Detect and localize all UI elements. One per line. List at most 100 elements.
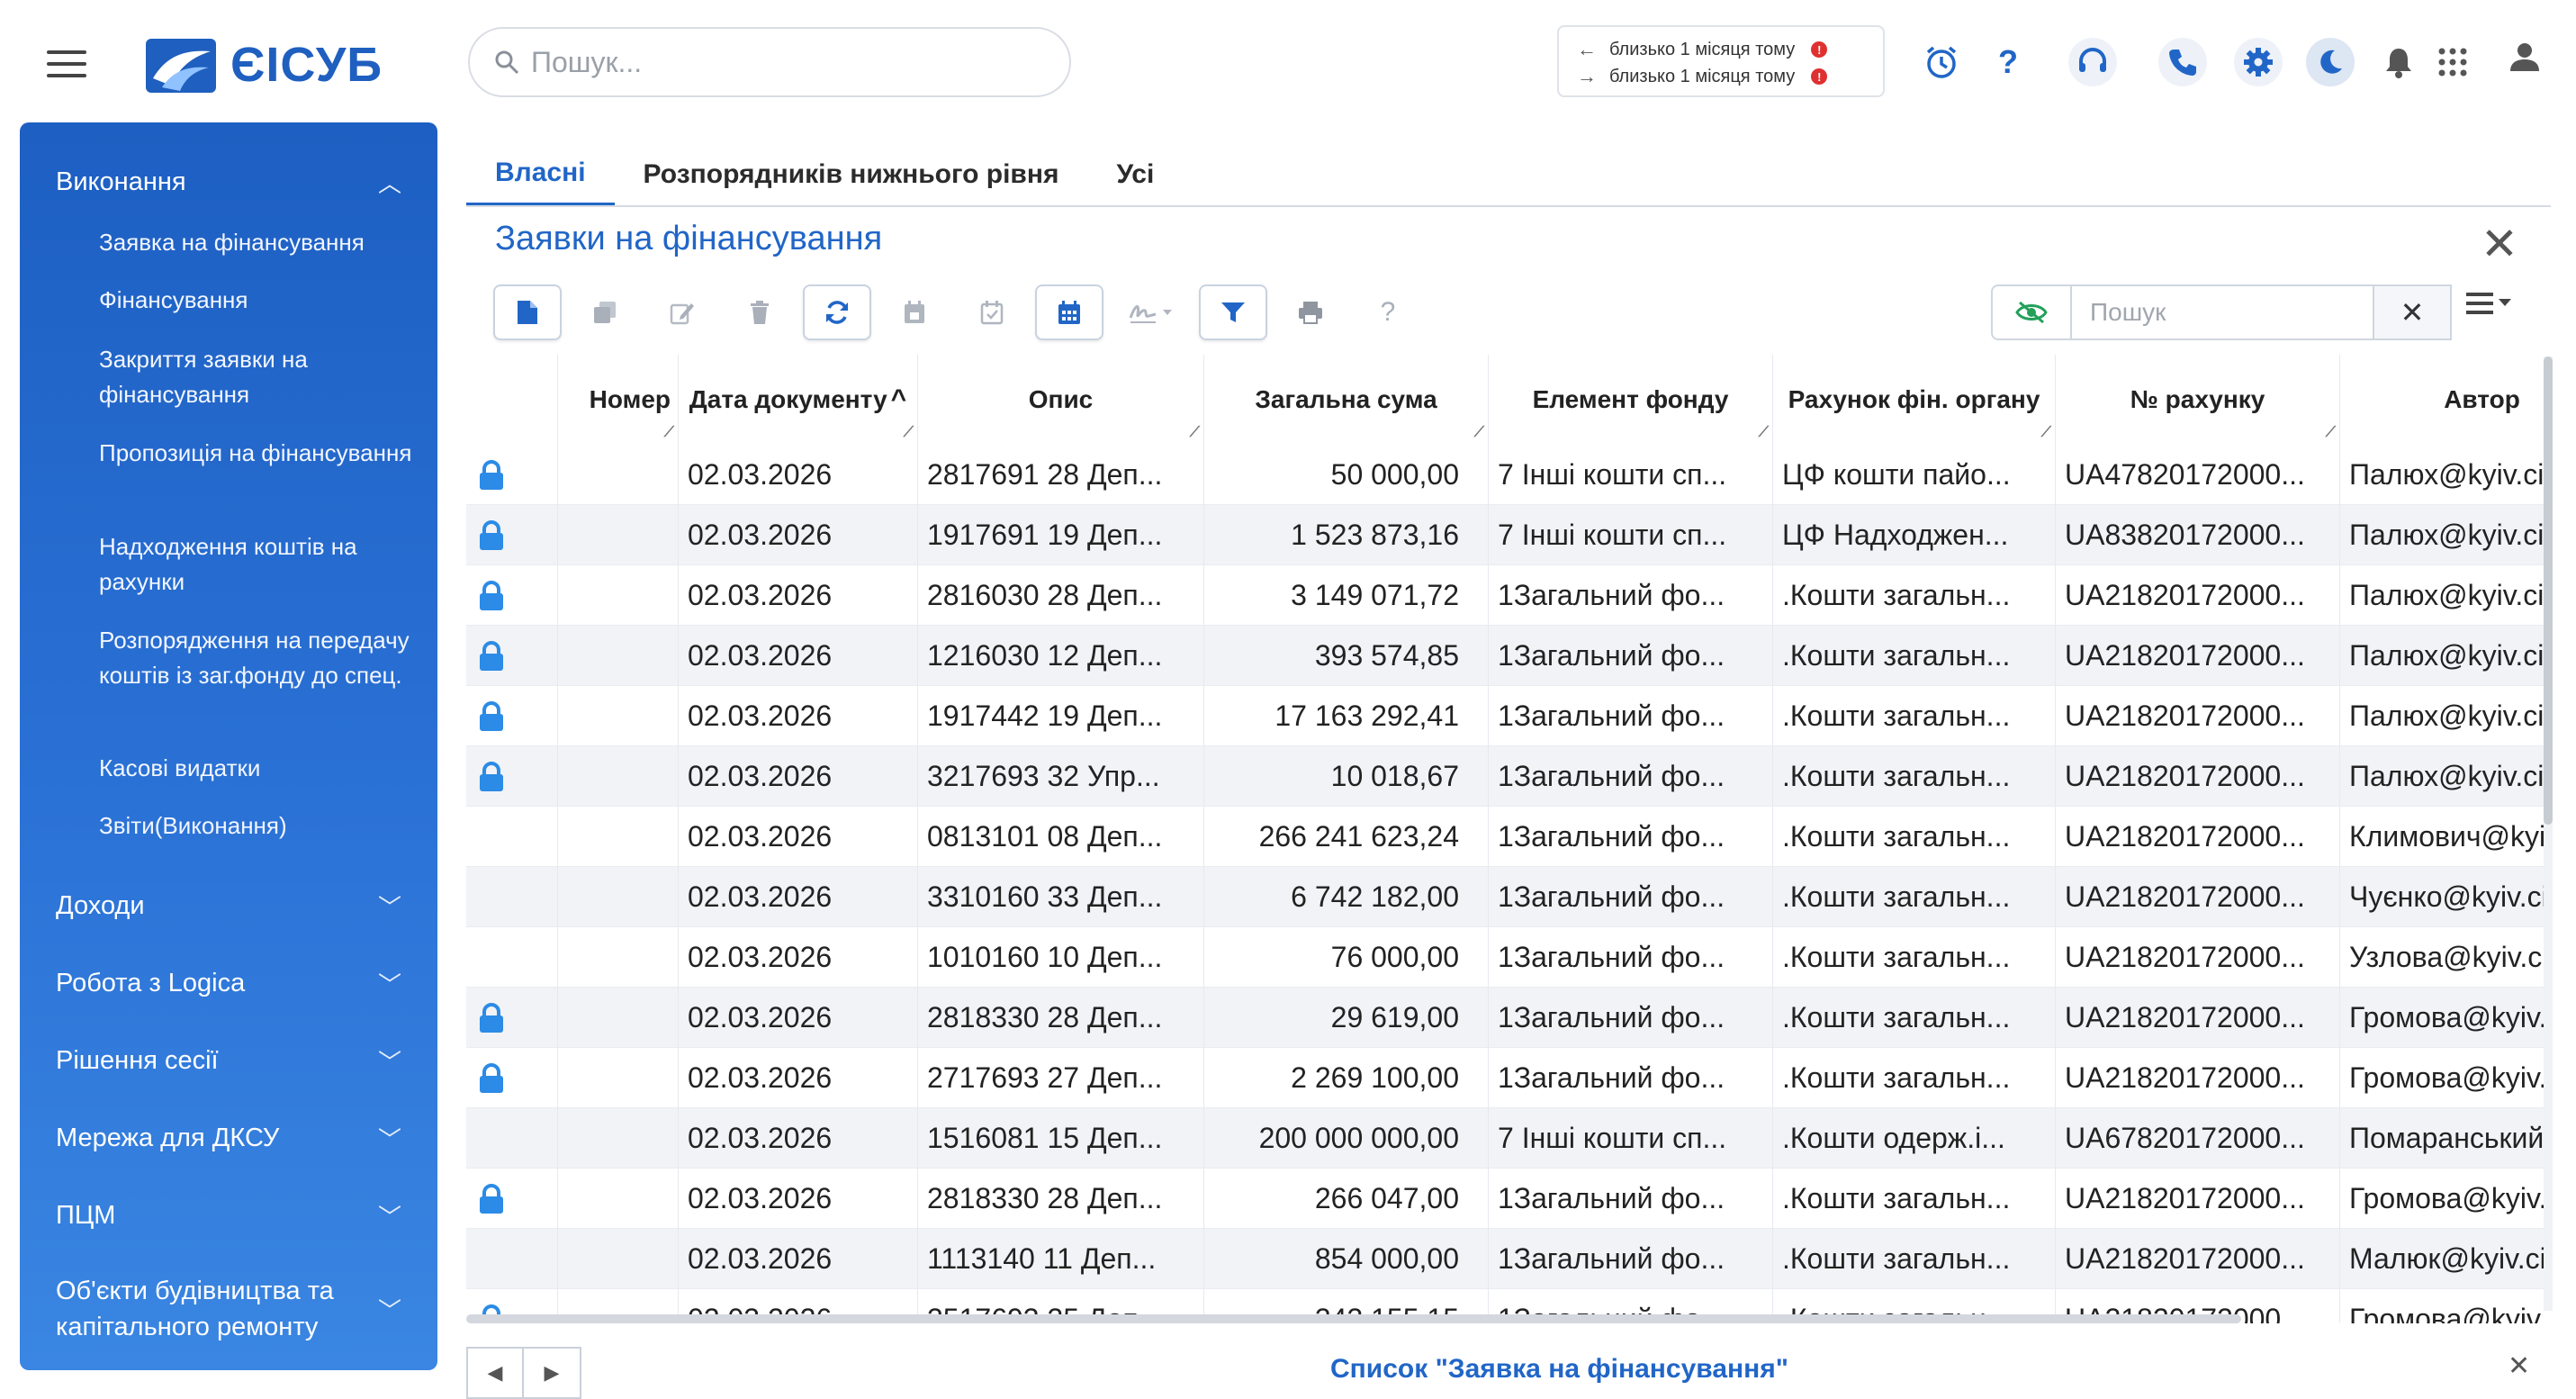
hamburger-menu-icon[interactable] <box>47 50 86 79</box>
notifications-bell-icon[interactable] <box>2374 38 2423 86</box>
table-row[interactable]: 02.03.2026 1216030 12 Деп... 393 574,85 1За… <box>466 626 2544 686</box>
global-search-input[interactable] <box>531 45 1035 79</box>
tab-lower-level-managers[interactable]: Розпорядників нижнього рівня <box>615 142 1088 207</box>
sidebar-item-account-receipts[interactable]: Надходження коштів на рахунки <box>99 529 414 600</box>
calendar-check-button[interactable] <box>958 284 1026 340</box>
sidebar-item-cash-expenses[interactable]: Касові видатки <box>99 751 414 786</box>
print-button[interactable] <box>1276 284 1345 340</box>
scrollbar-thumb[interactable] <box>2544 357 2553 825</box>
sidebar-section-pcm[interactable]: ПЦМ ﹀ <box>20 1188 437 1242</box>
new-document-button[interactable] <box>493 284 562 340</box>
tab-own[interactable]: Власні <box>466 142 615 207</box>
calendar-period-button[interactable] <box>1035 284 1103 340</box>
dark-mode-moon-icon[interactable] <box>2306 38 2355 86</box>
recent-forward-item[interactable]: → близько 1 місяця тому ! <box>1577 63 1865 90</box>
lock-icon <box>480 700 503 731</box>
delete-button[interactable] <box>725 284 794 340</box>
refresh-button[interactable] <box>803 284 871 340</box>
help-icon[interactable]: ? <box>1984 38 2032 86</box>
tab-all[interactable]: Усі <box>1087 142 1183 207</box>
column-header-fund-element[interactable]: Елемент фонду ⟋ <box>1489 355 1773 445</box>
table-row[interactable]: 02.03.2026 2818330 28 Деп... 29 619,00 1Заг… <box>466 988 2544 1048</box>
logo[interactable]: ЄІСУБ <box>144 32 383 97</box>
cell-description: 2817691 28 Деп... <box>918 445 1204 505</box>
next-page-button[interactable]: ▶ <box>524 1347 581 1399</box>
column-header-description[interactable]: Опис ⟋ <box>918 355 1204 445</box>
cell-fund-element: 7 Інші кошти сп... <box>1489 1108 1773 1169</box>
sidebar-item-funding-proposal[interactable]: Пропозиція на фінансування <box>99 436 414 471</box>
horizontal-scrollbar[interactable] <box>466 1314 2241 1323</box>
sidebar-section-execution[interactable]: Виконання ︿ <box>20 155 437 209</box>
column-header-fin-account[interactable]: Рахунок фін. органу ⟋ <box>1773 355 2056 445</box>
sidebar-section-construction[interactable]: Об'єкти будівництва та капітального ремо… <box>20 1266 437 1352</box>
sidebar-item-reports[interactable]: Звіти(Виконання) <box>99 808 414 844</box>
filter-button[interactable] <box>1199 284 1267 340</box>
cell-total-sum: 854 000,00 <box>1204 1229 1489 1289</box>
settings-gear-icon[interactable] <box>2234 38 2283 86</box>
user-account-icon[interactable] <box>2500 32 2549 81</box>
signature-dropdown-button[interactable] <box>1112 284 1190 340</box>
phone-icon[interactable] <box>2158 38 2207 86</box>
column-header-author[interactable]: Автор <box>2340 355 2544 445</box>
sidebar-item-transfer-order[interactable]: Розпорядження на передачу коштів із заг.… <box>99 623 414 693</box>
resize-grip-icon[interactable]: ⟋ <box>1759 425 1769 441</box>
resize-grip-icon[interactable]: ⟋ <box>1474 425 1484 441</box>
table-row[interactable]: 02.03.2026 0813101 08 Деп... 266 241 623,2… <box>466 807 2544 867</box>
close-footer-icon[interactable]: ✕ <box>2508 1350 2530 1382</box>
apps-grid-icon[interactable] <box>2428 38 2477 86</box>
table-row[interactable]: 02.03.2026 2717693 27 Деп... 2 269 100,00 1… <box>466 1048 2544 1108</box>
cell-date: 02.03.2026 <box>679 746 918 807</box>
recent-back-item[interactable]: ← близько 1 місяця тому ! <box>1577 36 1865 63</box>
column-header-number[interactable]: Номер ⟋ <box>558 355 679 445</box>
sidebar-section-logica[interactable]: Робота з Logica ﹀ <box>20 956 437 1010</box>
column-header-date[interactable]: Дата документу ^ ⟋ <box>679 355 918 445</box>
toolbar-help-button[interactable]: ? <box>1354 284 1422 340</box>
hide-toggle-button[interactable] <box>1991 284 2072 340</box>
alarm-clock-icon[interactable] <box>1917 38 1966 86</box>
clear-search-button[interactable]: ✕ <box>2374 284 2452 340</box>
resize-grip-icon[interactable]: ⟋ <box>664 425 674 441</box>
resize-grip-icon[interactable]: ⟋ <box>1190 425 1200 441</box>
column-header-total-sum[interactable]: Загальна сума ⟋ <box>1204 355 1489 445</box>
sidebar-item-funding-request[interactable]: Заявка на фінансування <box>99 225 414 260</box>
support-headset-icon[interactable] <box>2068 38 2117 86</box>
column-header-label: Опис <box>1028 385 1094 413</box>
column-header-account-number[interactable]: № рахунку ⟋ <box>2056 355 2340 445</box>
calendar-day-button[interactable] <box>880 284 949 340</box>
recent-activity-box[interactable]: ← близько 1 місяця тому ! → близько 1 мі… <box>1557 25 1885 97</box>
table-search-input[interactable] <box>2090 298 2360 327</box>
sidebar-section-session-decisions[interactable]: Рішення сесії ﹀ <box>20 1033 437 1088</box>
cell-account-number: UA21820172000... <box>2056 746 2340 807</box>
table-row[interactable]: 02.03.2026 3217693 32 Упр... 10 018,67 1Заг… <box>466 746 2544 807</box>
edit-button[interactable] <box>648 284 716 340</box>
columns-menu-button[interactable] <box>2464 290 2515 325</box>
table-row[interactable]: 02.03.2026 1516081 15 Деп... 200 000 000,0… <box>466 1108 2544 1169</box>
lock-icon <box>480 580 503 610</box>
table-row[interactable]: 02.03.2026 1113140 11 Деп... 854 000,00 1За… <box>466 1229 2544 1289</box>
table-row[interactable]: 02.03.2026 1917442 19 Деп... 17 163 292,41… <box>466 686 2544 746</box>
prev-page-button[interactable]: ◀ <box>466 1347 524 1399</box>
table-row[interactable]: 02.03.2026 2817691 28 Деп... 50 000,00 7 Ін… <box>466 445 2544 505</box>
cell-description: 1113140 11 Деп... <box>918 1229 1204 1289</box>
sidebar-section-dksu-network[interactable]: Мережа для ДКСУ ﹀ <box>20 1111 437 1165</box>
sidebar-section-income[interactable]: Доходи ﹀ <box>20 879 437 933</box>
global-search[interactable] <box>468 27 1071 97</box>
list-menu-icon <box>2466 293 2511 314</box>
sidebar-item-request-closing[interactable]: Закриття заявки на фінансування <box>99 342 414 412</box>
copy-button[interactable] <box>571 284 639 340</box>
cell-number <box>558 1108 679 1169</box>
table-row[interactable]: 02.03.2026 3310160 33 Деп... 6 742 182,00 1… <box>466 867 2544 927</box>
table-row[interactable]: 02.03.2026 2816030 28 Деп... 3 149 071,72 1… <box>466 565 2544 626</box>
table-search-field[interactable] <box>2072 284 2374 340</box>
resize-grip-icon[interactable]: ⟋ <box>904 425 914 441</box>
close-panel-icon[interactable]: ✕ <box>2481 221 2518 266</box>
resize-grip-icon[interactable]: ⟋ <box>2326 425 2336 441</box>
table-row[interactable]: 02.03.2026 1917691 19 Деп... 1 523 873,16 7… <box>466 505 2544 565</box>
table-row[interactable]: 02.03.2026 1010160 10 Деп... 76 000,00 1Заг… <box>466 927 2544 988</box>
resize-grip-icon[interactable]: ⟋ <box>2041 425 2051 441</box>
cell-account-number: UA21820172000... <box>2056 1229 2340 1289</box>
cell-fund-element: 1Загальний фо... <box>1489 626 1773 686</box>
table-row[interactable]: 02.03.2026 2818330 28 Деп... 266 047,00 1За… <box>466 1169 2544 1229</box>
sidebar-item-funding[interactable]: Фінансування <box>99 283 414 318</box>
vertical-scrollbar[interactable] <box>2544 357 2553 1311</box>
